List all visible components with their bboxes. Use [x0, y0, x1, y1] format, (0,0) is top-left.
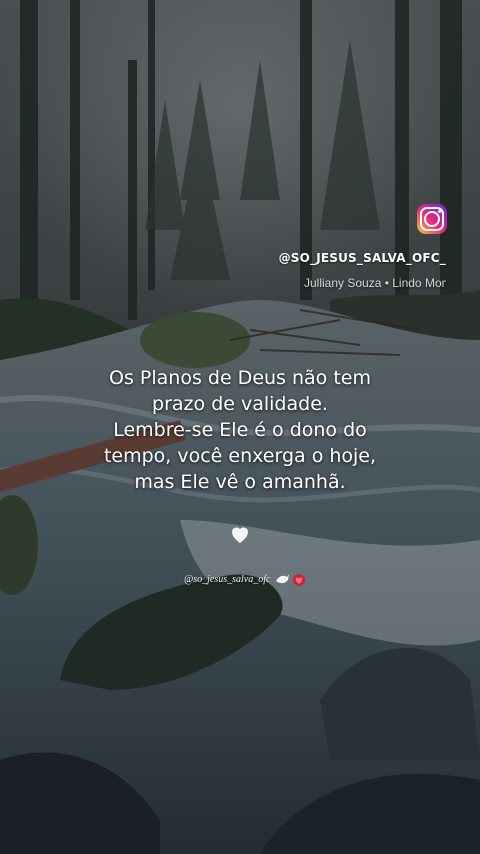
watermark-text: @so_jesus_salva_ofc: [184, 574, 271, 585]
watermark-icons: [276, 574, 305, 586]
instagram-handle[interactable]: @SO_JESUS_SALVA_OFC_: [279, 251, 446, 265]
dove-icon: [276, 574, 289, 584]
quote-text: Os Planos de Deus não tem prazo de valid…: [40, 365, 440, 495]
heart-wreath-icon: [293, 574, 305, 586]
quote-line: prazo de validade.: [152, 393, 328, 415]
audio-track-label[interactable]: Julliany Souza • Lindo Mom: [304, 276, 446, 290]
video-frame: @SO_JESUS_SALVA_OFC_ Julliany Souza • Li…: [0, 0, 480, 854]
white-heart-icon: [232, 527, 248, 543]
quote-line: tempo, você enxerga o hoje,: [103, 445, 377, 467]
quote-line: Lembre-se Ele é o dono do: [113, 419, 367, 441]
instagram-icon[interactable]: [417, 204, 447, 234]
quote-line: mas Ele vê o amanhã.: [134, 471, 346, 493]
quote-line: Os Planos de Deus não tem: [109, 367, 371, 389]
